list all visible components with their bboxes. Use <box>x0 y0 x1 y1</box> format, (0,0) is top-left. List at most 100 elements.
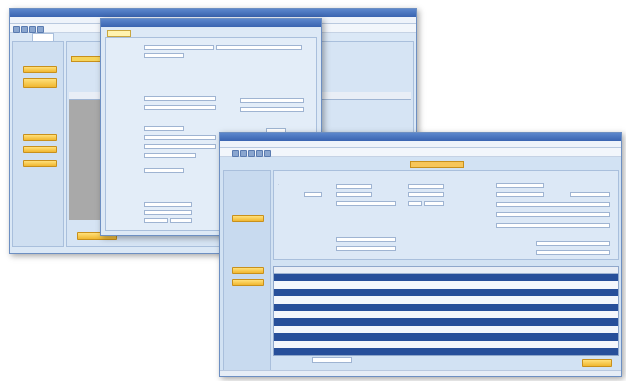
dialog-titlebar[interactable] <box>101 19 321 27</box>
table-cell <box>458 281 526 288</box>
sidebar-button[interactable] <box>23 78 57 88</box>
left-panel-button[interactable] <box>232 267 264 274</box>
form-field[interactable] <box>570 192 610 197</box>
table-cell <box>362 296 386 303</box>
dialog-field[interactable] <box>144 45 214 50</box>
column-header[interactable] <box>274 267 302 273</box>
table-cell <box>274 318 302 325</box>
table-cell <box>424 281 460 288</box>
front-window-titlebar[interactable] <box>220 133 621 141</box>
dialog-field[interactable] <box>240 107 304 112</box>
dialog-field[interactable] <box>144 135 216 140</box>
column-header[interactable] <box>362 267 386 273</box>
sidebar-button[interactable] <box>23 134 57 141</box>
column-header[interactable] <box>424 267 460 273</box>
form-field[interactable] <box>536 250 610 255</box>
dialog-field[interactable] <box>144 53 184 58</box>
dialog-field[interactable] <box>144 218 168 223</box>
form-field[interactable] <box>336 192 372 197</box>
form-field[interactable] <box>424 201 444 206</box>
back-window-titlebar[interactable] <box>10 9 416 17</box>
table-row[interactable] <box>274 333 618 341</box>
table-cell <box>384 326 426 333</box>
print-icon[interactable] <box>37 26 44 33</box>
form-field[interactable] <box>536 241 610 246</box>
table-row[interactable] <box>274 340 618 348</box>
table-cell <box>300 281 342 288</box>
table-cell <box>300 348 342 355</box>
form-field[interactable] <box>496 192 544 197</box>
column-header[interactable] <box>384 267 426 273</box>
table-cell <box>384 281 426 288</box>
sidebar-button[interactable] <box>23 160 57 167</box>
help-icon[interactable] <box>264 150 271 157</box>
table-cell <box>384 289 426 296</box>
column-header[interactable] <box>458 267 526 273</box>
form-field[interactable] <box>408 192 444 197</box>
dialog-field[interactable] <box>216 45 302 50</box>
new-icon[interactable] <box>232 150 239 157</box>
dialog-field[interactable] <box>144 168 184 173</box>
dialog-field[interactable] <box>240 98 304 103</box>
column-header[interactable] <box>568 267 620 273</box>
table-cell <box>384 311 426 318</box>
column-header[interactable] <box>524 267 570 273</box>
dialog-field[interactable] <box>170 218 192 223</box>
table-row[interactable] <box>274 303 618 311</box>
table-row[interactable] <box>274 274 618 282</box>
table-row[interactable] <box>274 325 618 334</box>
dialog-field[interactable] <box>144 144 216 149</box>
table-row[interactable] <box>274 296 618 304</box>
form-field[interactable] <box>336 246 396 251</box>
column-header[interactable] <box>300 267 342 273</box>
left-panel-button[interactable] <box>232 279 264 286</box>
dialog-field[interactable] <box>144 202 192 207</box>
new-icon[interactable] <box>13 26 20 33</box>
form-field[interactable] <box>496 223 610 228</box>
save-icon[interactable] <box>248 150 255 157</box>
dialog-field[interactable] <box>144 105 216 110</box>
dialog-tab[interactable] <box>107 30 131 37</box>
dialog-field[interactable] <box>144 96 216 101</box>
sidebar-button[interactable] <box>23 66 57 73</box>
form-field[interactable] <box>304 192 322 197</box>
form-field[interactable] <box>336 184 372 189</box>
sidebar-button[interactable] <box>23 146 57 153</box>
table-row[interactable] <box>274 281 620 289</box>
table-row[interactable] <box>274 311 618 319</box>
table-cell <box>300 289 342 296</box>
table-row[interactable] <box>274 348 618 356</box>
table-cell <box>524 341 570 348</box>
front-bottom-field[interactable] <box>312 357 352 363</box>
print-icon[interactable] <box>256 150 263 157</box>
form-field[interactable] <box>408 184 444 189</box>
form-field[interactable] <box>336 201 396 206</box>
table-cell <box>424 341 460 348</box>
form-field[interactable] <box>408 201 422 206</box>
form-field[interactable] <box>496 183 544 188</box>
form-field[interactable] <box>496 202 610 207</box>
table-row[interactable] <box>274 318 618 326</box>
ok-button[interactable] <box>582 359 612 367</box>
table-cell <box>524 289 570 296</box>
dialog-field[interactable] <box>144 210 192 215</box>
left-panel-button[interactable] <box>232 215 264 222</box>
table-cell <box>524 281 570 288</box>
table-cell <box>362 326 386 333</box>
table-cell <box>274 341 302 348</box>
table-cell <box>458 311 526 318</box>
table-cell <box>568 281 620 288</box>
dialog-field[interactable] <box>144 153 196 158</box>
save-icon[interactable] <box>29 26 36 33</box>
form-field[interactable] <box>336 237 396 242</box>
table-row[interactable] <box>274 288 618 297</box>
column-header[interactable] <box>340 267 364 273</box>
form-field[interactable] <box>496 212 610 217</box>
dialog-field[interactable] <box>144 126 184 131</box>
table-cell <box>458 341 526 348</box>
back-window-tab[interactable] <box>32 33 54 41</box>
open-icon[interactable] <box>21 26 28 33</box>
table-cell <box>274 348 302 355</box>
table-cell <box>362 274 386 281</box>
open-icon[interactable] <box>240 150 247 157</box>
